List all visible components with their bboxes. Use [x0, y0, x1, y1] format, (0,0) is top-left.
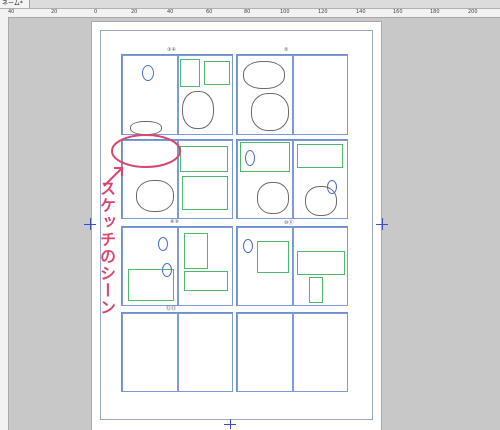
panel[interactable]	[178, 313, 233, 392]
manga-page[interactable]	[236, 226, 348, 306]
panel-frame	[297, 251, 345, 275]
registration-mark	[90, 218, 91, 230]
character-sketch	[257, 182, 289, 214]
ruler-label: 160	[393, 9, 403, 15]
panel-frame	[184, 233, 208, 269]
document-tab-bar: ネーム*	[0, 0, 500, 9]
ruler-label: 100	[280, 9, 290, 15]
document-tab[interactable]: ネーム*	[0, 0, 30, 8]
manga-page[interactable]	[121, 226, 233, 306]
manga-page[interactable]	[236, 139, 348, 219]
manga-page[interactable]	[236, 54, 348, 135]
speech-balloon	[243, 239, 253, 253]
manga-page[interactable]	[121, 54, 233, 135]
page-number: ⑩⑪	[284, 220, 294, 226]
speech-balloon	[162, 263, 172, 277]
speech-balloon	[142, 65, 154, 81]
ruler-label: 200	[468, 9, 478, 15]
panel[interactable]	[237, 313, 293, 392]
ruler-label: 80	[244, 9, 251, 15]
ruler-label: 0	[94, 9, 98, 15]
ruler-label: 40	[167, 9, 174, 15]
character-sketch	[251, 93, 289, 131]
manga-page[interactable]	[121, 312, 233, 392]
ruler-label: 20	[51, 9, 58, 15]
panel-frame	[257, 241, 289, 273]
vertical-ruler[interactable]	[0, 17, 9, 430]
page-number: ③④	[167, 47, 176, 53]
registration-mark	[382, 218, 383, 230]
page-number: ⑤	[284, 47, 289, 53]
character-sketch	[130, 121, 162, 135]
speech-balloon	[158, 237, 168, 251]
panel[interactable]	[122, 313, 178, 392]
ruler-label: 120	[318, 9, 328, 15]
manga-page[interactable]	[236, 312, 348, 392]
ruler-label: 20	[131, 9, 138, 15]
speech-balloon	[245, 150, 255, 166]
page-number: ⑧⑨	[170, 219, 179, 225]
panel-frame	[182, 176, 228, 210]
panel-frame	[297, 144, 343, 168]
ruler-label: 60	[206, 9, 213, 15]
ruler-label: 180	[430, 9, 440, 15]
character-sketch	[136, 180, 174, 212]
character-sketch	[305, 186, 337, 216]
horizontal-ruler[interactable]: 40 20 0 20 40 60 80 100 120 140 160 180 …	[0, 9, 500, 18]
panel-frame	[309, 277, 323, 303]
panel[interactable]	[293, 313, 348, 392]
panel-frame	[204, 61, 230, 85]
panel[interactable]	[293, 55, 348, 135]
ruler-label: 140	[356, 9, 366, 15]
character-sketch	[243, 61, 285, 89]
panel-frame	[180, 59, 200, 87]
manga-page[interactable]	[121, 139, 233, 219]
page-number: ⑫⑬	[166, 306, 177, 312]
ruler-label: 40	[8, 9, 15, 15]
registration-mark	[230, 419, 231, 429]
annotation-label: スケッチのシーン	[97, 180, 116, 316]
panel-frame	[180, 146, 228, 172]
character-sketch	[182, 91, 214, 129]
panel-frame	[184, 271, 228, 291]
